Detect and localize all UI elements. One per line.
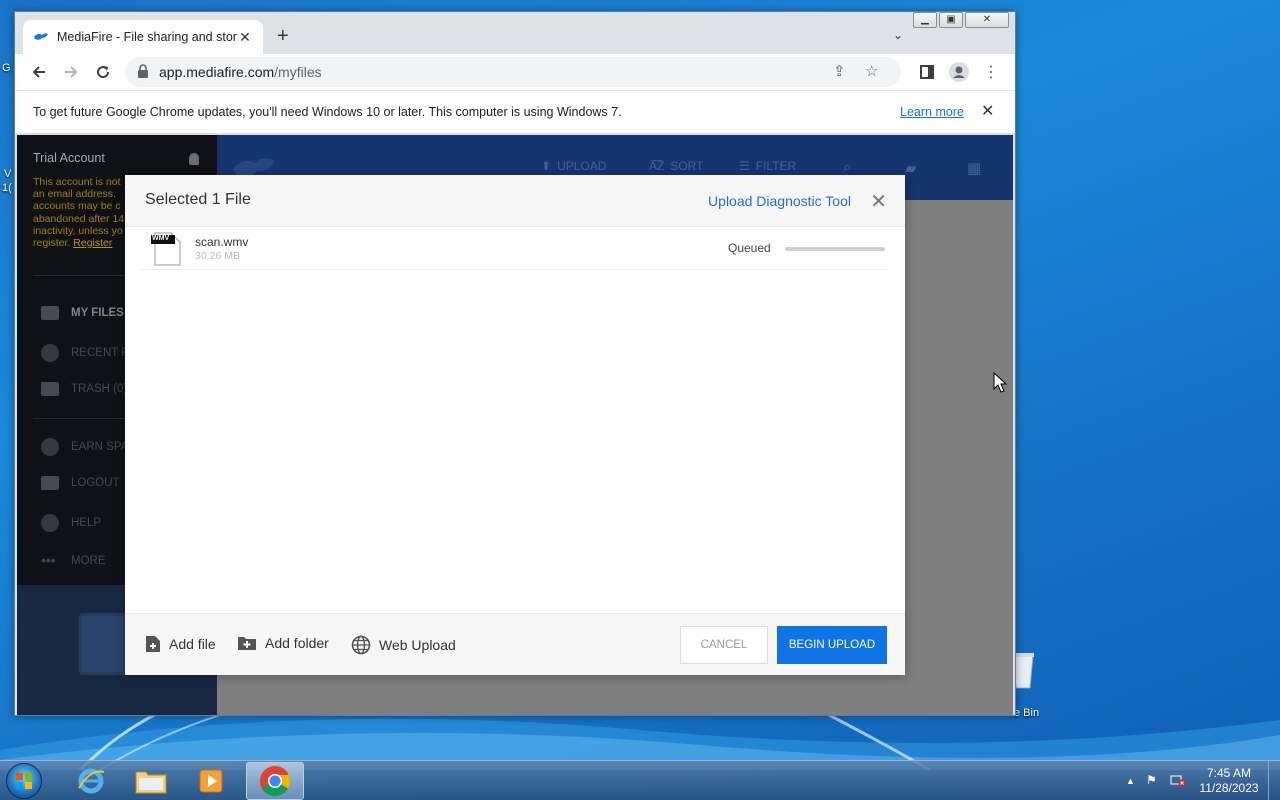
browser-toolbar: app.mediafire.com/myfiles ⇪ ☆ ⋮ [15,54,1015,90]
taskbar-internet-explorer[interactable] [62,762,120,800]
file-type-badge: WMV [152,235,170,242]
lock-icon[interactable] [137,64,149,78]
dialog-footer: Add file Add folder Web Upload CANCEL BE… [125,613,905,675]
upload-progress-bar [785,247,885,251]
upload-diagnostic-link[interactable]: Upload Diagnostic Tool [708,193,851,209]
action-center-flag-icon[interactable]: ⚑ [1146,773,1157,787]
share-icon[interactable]: ⇪ [833,62,846,80]
address-bar[interactable]: app.mediafire.com/myfiles ⇪ ☆ [125,57,901,87]
forward-arrow-icon[interactable] [59,60,83,84]
taskbar-chrome[interactable] [246,762,304,800]
dialog-close-icon[interactable]: ✕ [870,189,887,214]
network-disconnected-icon[interactable] [1170,773,1186,790]
taskbar-media-player[interactable] [182,762,240,800]
url-text[interactable]: app.mediafire.com/myfiles [159,64,322,80]
back-arrow-icon[interactable] [27,60,51,84]
desktop-fragment: 1( [2,182,12,194]
web-upload-label: Web Upload [379,637,456,653]
new-tab-button[interactable]: + [277,25,289,48]
start-button[interactable] [6,763,42,799]
show-hidden-icons-button[interactable]: ▲ [1126,776,1135,786]
reload-icon[interactable] [91,60,115,84]
file-status: Queued [728,241,771,255]
add-file-icon [146,636,160,652]
mouse-cursor-icon [993,372,1007,393]
add-folder-icon [238,637,256,650]
desktop-fragment: V [4,168,12,180]
add-file-button[interactable]: Add file [145,635,216,653]
update-infobar: To get future Google Chrome updates, you… [15,90,1015,134]
windows-logo-icon [16,773,32,789]
desktop-fragment: G [2,62,11,74]
folder-icon [135,771,167,794]
tab-close-icon[interactable]: ✕ [237,29,253,46]
globe-icon [351,635,371,655]
internet-explorer-icon [78,768,105,794]
tab-title: MediaFire - File sharing and storage [57,30,237,44]
clock-time: 7:45 AM [1206,766,1252,780]
web-upload-button[interactable]: Web Upload [351,635,456,655]
chrome-menu-icon[interactable]: ⋮ [979,60,1003,84]
taskbar: ▲ ⚑ 7:45 AM 11/28/2023 [0,760,1280,800]
begin-upload-button[interactable]: BEGIN UPLOAD [777,626,887,664]
learn-more-link[interactable]: Learn more [900,105,964,119]
media-player-icon [199,769,223,793]
system-clock[interactable]: 7:45 AM 11/28/2023 [1196,766,1262,796]
tab-mediafire[interactable]: MediaFire - File sharing and storage ✕ [23,20,263,54]
show-desktop-button[interactable] [1268,761,1280,800]
infobar-close-icon[interactable]: ✕ [981,101,994,121]
infobar-message: To get future Google Chrome updates, you… [33,105,622,119]
clock-date: 11/28/2023 [1199,781,1259,795]
add-folder-button[interactable]: Add folder [237,635,329,651]
mediafire-favicon-icon [34,33,48,40]
dialog-header: Selected 1 File Upload Diagnostic Tool ✕ [125,175,905,227]
taskbar-file-explorer[interactable] [122,762,180,800]
bookmark-star-icon[interactable]: ☆ [865,62,878,80]
add-file-label: Add file [169,636,216,652]
upload-dialog: Selected 1 File Upload Diagnostic Tool ✕… [125,175,905,675]
url-path: /myfiles [274,64,322,80]
tab-search-chevron-icon[interactable]: ⌄ [893,28,903,42]
file-row: WMV scan.wmv 30.26 MB Queued [139,228,889,270]
dialog-title: Selected 1 File [145,191,251,208]
file-size: 30.26 MB [195,250,240,262]
add-folder-label: Add folder [265,635,329,651]
file-name: scan.wmv [195,235,249,249]
side-panel-icon[interactable] [915,60,939,84]
profile-avatar-icon[interactable] [947,60,971,84]
recycle-bin-label[interactable]: e Bin [1014,707,1039,719]
url-host: app.mediafire.com [159,64,275,80]
tab-strip: MediaFire - File sharing and storage ✕ +… [15,12,1015,56]
cancel-button[interactable]: CANCEL [680,626,768,664]
chrome-icon [260,766,291,797]
